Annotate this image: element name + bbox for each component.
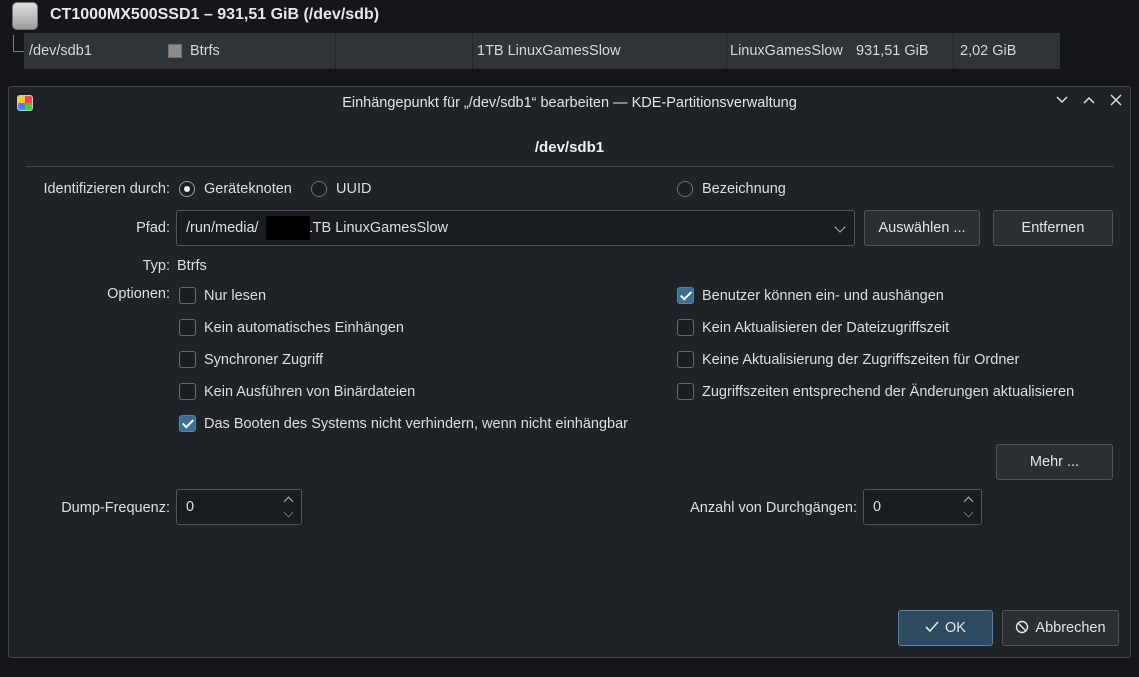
checkbox-no-exec[interactable] bbox=[179, 383, 196, 400]
dump-frequency-value: 0 bbox=[186, 499, 195, 515]
cancel-button[interactable]: Abbrechen bbox=[1002, 610, 1119, 646]
cancel-button-label: Abbrechen bbox=[1035, 620, 1106, 636]
checkbox-users-mount-label[interactable]: Benutzer können ein- und aushängen bbox=[702, 288, 944, 304]
cancel-icon bbox=[1016, 620, 1029, 634]
choose-button[interactable]: Auswählen ... bbox=[864, 210, 980, 246]
radio-label[interactable] bbox=[677, 181, 693, 197]
pass-number-value: 0 bbox=[873, 499, 882, 515]
type-label: Typ: bbox=[142, 258, 170, 274]
ok-button-label: OK bbox=[945, 620, 966, 636]
dialog-titlebar[interactable]: Einhängepunkt für „/dev/sdb1“ bearbeiten… bbox=[9, 87, 1130, 119]
radio-device-node[interactable] bbox=[179, 181, 195, 197]
partition-device: /dev/sdb1 bbox=[29, 43, 92, 59]
dump-frequency-label: Dump-Frequenz: bbox=[61, 500, 170, 516]
checkbox-nodiratime[interactable] bbox=[677, 351, 694, 368]
checkbox-no-exec-label[interactable]: Kein Ausführen von Binärdateien bbox=[204, 384, 415, 400]
checkbox-no-auto-mount-label[interactable]: Kein automatisches Einhängen bbox=[204, 320, 404, 336]
maximize-icon[interactable] bbox=[1079, 93, 1099, 113]
type-value: Btrfs bbox=[177, 258, 207, 274]
checkbox-no-auto-mount[interactable] bbox=[179, 319, 196, 336]
column-separator bbox=[726, 33, 727, 69]
radio-uuid[interactable] bbox=[311, 181, 327, 197]
checkbox-synchronous-label[interactable]: Synchroner Zugriff bbox=[204, 352, 323, 368]
radio-device-node-label[interactable]: Geräteknoten bbox=[204, 181, 292, 197]
spin-up-icon[interactable] bbox=[283, 496, 294, 507]
partition-label: LinuxGamesSlow bbox=[730, 43, 843, 59]
spin-down-icon[interactable] bbox=[963, 507, 974, 518]
checkbox-synchronous[interactable] bbox=[179, 351, 196, 368]
tree-branch-line bbox=[13, 35, 24, 52]
checkbox-nofail[interactable] bbox=[179, 415, 196, 432]
partition-used: 2,02 GiB bbox=[960, 43, 1017, 59]
disk-icon bbox=[12, 2, 38, 30]
pass-number-label: Anzahl von Durchgängen: bbox=[690, 500, 857, 516]
partition-mountpoint: 1TB LinuxGamesSlow bbox=[477, 43, 621, 59]
checkbox-users-mount[interactable] bbox=[677, 287, 694, 304]
redacted-username bbox=[266, 216, 310, 240]
column-separator bbox=[472, 33, 473, 69]
checkbox-relatime[interactable] bbox=[677, 383, 694, 400]
filesystem-color-swatch bbox=[168, 44, 182, 58]
edit-mountpoint-dialog: Einhängepunkt für „/dev/sdb1“ bearbeiten… bbox=[8, 86, 1131, 658]
device-heading: /dev/sdb1 bbox=[534, 139, 605, 156]
partition-row[interactable]: /dev/sdb1 Btrfs 1TB LinuxGamesSlow Linux… bbox=[24, 33, 1060, 69]
spin-down-icon[interactable] bbox=[283, 507, 294, 518]
identify-label: Identifizieren durch: bbox=[43, 181, 170, 197]
options-label: Optionen: bbox=[107, 286, 170, 302]
chevron-down-icon[interactable] bbox=[834, 221, 846, 233]
checkbox-nofail-label[interactable]: Das Booten des Systems nicht verhindern,… bbox=[204, 416, 628, 432]
disk-title: CT1000MX500SSD1 – 931,51 GiB (/dev/sdb) bbox=[50, 6, 380, 23]
checkbox-read-only[interactable] bbox=[179, 287, 196, 304]
minimize-icon[interactable] bbox=[1052, 93, 1072, 113]
spin-up-icon[interactable] bbox=[963, 496, 974, 507]
checkbox-relatime-label[interactable]: Zugriffszeiten entsprechend der Änderung… bbox=[702, 384, 1074, 400]
remove-button[interactable]: Entfernen bbox=[993, 210, 1113, 246]
path-value: /run/media//1TB LinuxGamesSlow bbox=[186, 220, 449, 236]
partition-filesystem: Btrfs bbox=[190, 43, 220, 59]
heading-divider bbox=[26, 166, 1114, 167]
partition-size: 931,51 GiB bbox=[856, 43, 929, 59]
ok-button[interactable]: OK bbox=[898, 610, 993, 646]
dump-frequency-spinbox[interactable]: 0 bbox=[176, 489, 302, 525]
path-combobox[interactable]: /run/media//1TB LinuxGamesSlow bbox=[176, 210, 855, 246]
dialog-title: Einhängepunkt für „/dev/sdb1“ bearbeiten… bbox=[342, 95, 797, 111]
column-separator bbox=[335, 33, 336, 69]
checkbox-read-only-label[interactable]: Nur lesen bbox=[204, 288, 266, 304]
radio-uuid-label[interactable]: UUID bbox=[336, 181, 371, 197]
checkbox-noatime-label[interactable]: Kein Aktualisieren der Dateizugriffszeit bbox=[702, 320, 949, 336]
radio-label-label[interactable]: Bezeichnung bbox=[702, 181, 786, 197]
column-separator bbox=[953, 33, 954, 69]
checkbox-nodiratime-label[interactable]: Keine Aktualisierung der Zugriffszeiten … bbox=[702, 352, 1019, 368]
pass-number-spinbox[interactable]: 0 bbox=[863, 489, 982, 525]
close-icon[interactable] bbox=[1106, 93, 1126, 113]
path-label: Pfad: bbox=[136, 220, 170, 236]
checkbox-noatime[interactable] bbox=[677, 319, 694, 336]
more-button[interactable]: Mehr ... bbox=[996, 444, 1113, 480]
checkmark-icon bbox=[925, 621, 939, 633]
